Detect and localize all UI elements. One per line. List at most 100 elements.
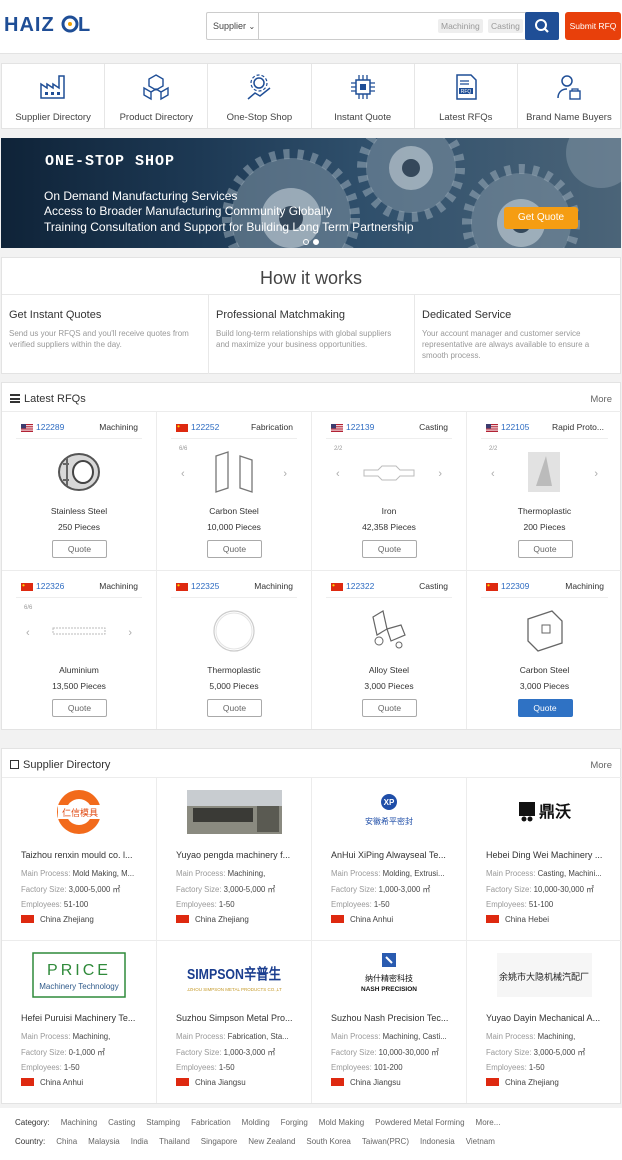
supplier-card[interactable]: XP 安徽希平密封 AnHui XiPing Alwayseal Te... Main…	[312, 777, 467, 940]
part-image	[363, 465, 415, 481]
rfq-id-link[interactable]: 122325	[191, 581, 219, 591]
chevron-left-icon[interactable]: ‹	[26, 627, 30, 639]
rfq-id-link[interactable]: 122326	[36, 581, 64, 591]
search-input[interactable]	[263, 16, 433, 36]
supplier-card[interactable]: 余姚市大隐机械汽配厂 Yuyao Dayin Mechanical A... Mai…	[467, 940, 622, 1103]
category-link[interactable]: Forging	[281, 1118, 308, 1127]
category-link[interactable]: Mold Making	[319, 1118, 364, 1127]
country-link[interactable]: Malaysia	[88, 1137, 120, 1146]
rfq-card[interactable]: 122252 Fabrication 6/6 ‹ › Carbon Steel 10,000…	[157, 411, 312, 570]
carousel-dot-1[interactable]	[303, 239, 309, 245]
edit-icon	[10, 760, 19, 769]
rfq-id-link[interactable]: 122289	[36, 422, 64, 432]
country-link[interactable]: New Zealand	[248, 1137, 295, 1146]
supplier-name[interactable]: Yuyao pengda machinery f...	[176, 850, 290, 860]
supplier-name[interactable]: Taizhou renxin mould co. l...	[21, 850, 133, 860]
divider	[171, 597, 297, 598]
chevron-left-icon[interactable]: ‹	[181, 468, 185, 480]
supplier-card[interactable]: SIMPSON辛普生 SUZHOU SIMPSON METAL PRODUCTS …	[157, 940, 312, 1103]
chevron-right-icon[interactable]: ›	[283, 468, 287, 480]
country-link[interactable]: Singapore	[201, 1137, 237, 1146]
supplier-card[interactable]: 鼎沃 Hebei Ding Wei Machinery ... Main Proce…	[467, 777, 622, 940]
chevron-left-icon[interactable]: ‹	[491, 468, 495, 480]
rfqs-heading: Latest RFQs	[10, 393, 86, 405]
category-link[interactable]: Molding	[242, 1118, 270, 1127]
search-chip-casting[interactable]: Casting	[488, 19, 523, 33]
supplier-name[interactable]: Suzhou Nash Precision Tec...	[331, 1013, 448, 1023]
suppliers-more-link[interactable]: More	[590, 760, 612, 771]
category-link[interactable]: Machining	[61, 1118, 97, 1127]
category-link[interactable]: Fabrication	[191, 1118, 231, 1127]
supplier-name[interactable]: Hebei Ding Wei Machinery ...	[486, 850, 602, 860]
nav-instant-quote[interactable]: Instant Quote	[312, 64, 415, 128]
supplier-card[interactable]: PRICE Machinery Technology Hefei Puruisi M…	[2, 940, 157, 1103]
category-link[interactable]: Stamping	[146, 1118, 180, 1127]
suppliers-heading: Supplier Directory	[10, 759, 110, 771]
search-button[interactable]	[525, 12, 559, 40]
supplier-card[interactable]: 仁信模具 Taizhou renxin mould co. l... Main Pr…	[2, 777, 157, 940]
quote-button[interactable]: Quote	[362, 699, 417, 717]
supplier-name[interactable]: AnHui XiPing Alwayseal Te...	[331, 850, 446, 860]
supplier-name[interactable]: Yuyao Dayin Mechanical A...	[486, 1013, 600, 1023]
supplier-directory-panel: Supplier Directory More 仁信模具 Taizhou renx…	[1, 748, 622, 1104]
country-link[interactable]: India	[131, 1137, 148, 1146]
how-step-2: Professional Matchmaking Build long-term…	[209, 294, 415, 374]
category-link[interactable]: Powdered Metal Forming	[375, 1118, 464, 1127]
quote-button[interactable]: Quote	[207, 540, 262, 558]
haizol-logo[interactable]: HAIZ L	[4, 13, 104, 35]
country-link[interactable]: Vietnam	[466, 1137, 495, 1146]
divider	[171, 438, 297, 439]
nav-brand-name-buyers[interactable]: Brand Name Buyers	[518, 64, 620, 128]
supplier-card[interactable]: 纳什精密科技 NASH PRECISION Suzhou Nash Precisio…	[312, 940, 467, 1103]
rfq-id-link[interactable]: 122309	[501, 581, 529, 591]
quote-button[interactable]: Quote	[52, 540, 107, 558]
nav-supplier-directory[interactable]: Supplier Directory	[2, 64, 106, 128]
chevron-right-icon[interactable]: ›	[128, 627, 132, 639]
category-link[interactable]: More...	[476, 1118, 501, 1127]
country-link[interactable]: South Korea	[306, 1137, 350, 1146]
supplier-factory-size: Factory Size: 3,000-5,000 ㎡	[176, 885, 276, 894]
quote-button[interactable]: Quote	[362, 540, 417, 558]
country-link[interactable]: Taiwan(PRC)	[362, 1137, 409, 1146]
rfq-id-link[interactable]: 122139	[346, 422, 374, 432]
search-type-select[interactable]: Supplier ⌄	[207, 13, 259, 39]
submit-rfq-button[interactable]: Submit RFQ	[565, 12, 621, 40]
country-link[interactable]: Thailand	[159, 1137, 190, 1146]
rfq-id-link[interactable]: 122105	[501, 422, 529, 432]
nav-label: Product Directory	[119, 112, 193, 123]
chevron-right-icon[interactable]: ›	[438, 468, 442, 480]
rfq-card[interactable]: 122289 Machining Stainless Steel 250 Pieces…	[2, 411, 157, 570]
rfq-id-link[interactable]: 122252	[191, 422, 219, 432]
search-chip-machining[interactable]: Machining	[438, 19, 483, 33]
rfq-card[interactable]: 122105 Rapid Proto... 2/2 ‹ › Thermoplastic 20…	[467, 411, 622, 570]
svg-text:仁信模具: 仁信模具	[62, 807, 98, 819]
svg-text:RFQ: RFQ	[460, 89, 471, 95]
rfq-card[interactable]: 122139 Casting 2/2 ‹ › Iron 42,358 Pieces Quote	[312, 411, 467, 570]
gear-chart-icon	[247, 74, 271, 100]
country-link[interactable]: China	[56, 1137, 77, 1146]
quote-button[interactable]: Quote	[207, 699, 262, 717]
rfq-card[interactable]: 122322 Casting Alloy Steel 3,000 Pieces Quot…	[312, 570, 467, 729]
supplier-card[interactable]: Yuyao pengda machinery f... Main Process:…	[157, 777, 312, 940]
rfq-card[interactable]: 122309 Machining Carbon Steel 3,000 Pieces Q…	[467, 570, 622, 729]
rfqs-more-link[interactable]: More	[590, 394, 612, 405]
rfq-id-link[interactable]: 122322	[346, 581, 374, 591]
country-link[interactable]: Indonesia	[420, 1137, 455, 1146]
nav-product-directory[interactable]: Product Directory	[105, 64, 209, 128]
carousel-dot-2[interactable]	[313, 239, 319, 245]
quote-button[interactable]: Quote	[517, 540, 573, 558]
supplier-name[interactable]: Hefei Puruisi Machinery Te...	[21, 1013, 135, 1023]
china-flag-icon	[331, 1078, 344, 1086]
nav-one-stop-shop[interactable]: One-Stop Shop	[208, 64, 312, 128]
chevron-right-icon[interactable]: ›	[594, 468, 598, 480]
part-image	[58, 453, 100, 491]
supplier-name[interactable]: Suzhou Simpson Metal Pro...	[176, 1013, 293, 1023]
rfq-card[interactable]: 122325 Machining Thermoplastic 5,000 Pieces…	[157, 570, 312, 729]
quote-button[interactable]: Quote	[517, 699, 573, 717]
rfq-card[interactable]: 122326 Machining 6/6 ‹ › Aluminium 13,500 Piec…	[2, 570, 157, 729]
nav-latest-rfqs[interactable]: RFQ Latest RFQs	[415, 64, 518, 128]
quote-button[interactable]: Quote	[52, 699, 107, 717]
category-link[interactable]: Casting	[108, 1118, 135, 1127]
get-quote-button[interactable]: Get Quote	[504, 207, 578, 229]
chevron-left-icon[interactable]: ‹	[336, 468, 340, 480]
